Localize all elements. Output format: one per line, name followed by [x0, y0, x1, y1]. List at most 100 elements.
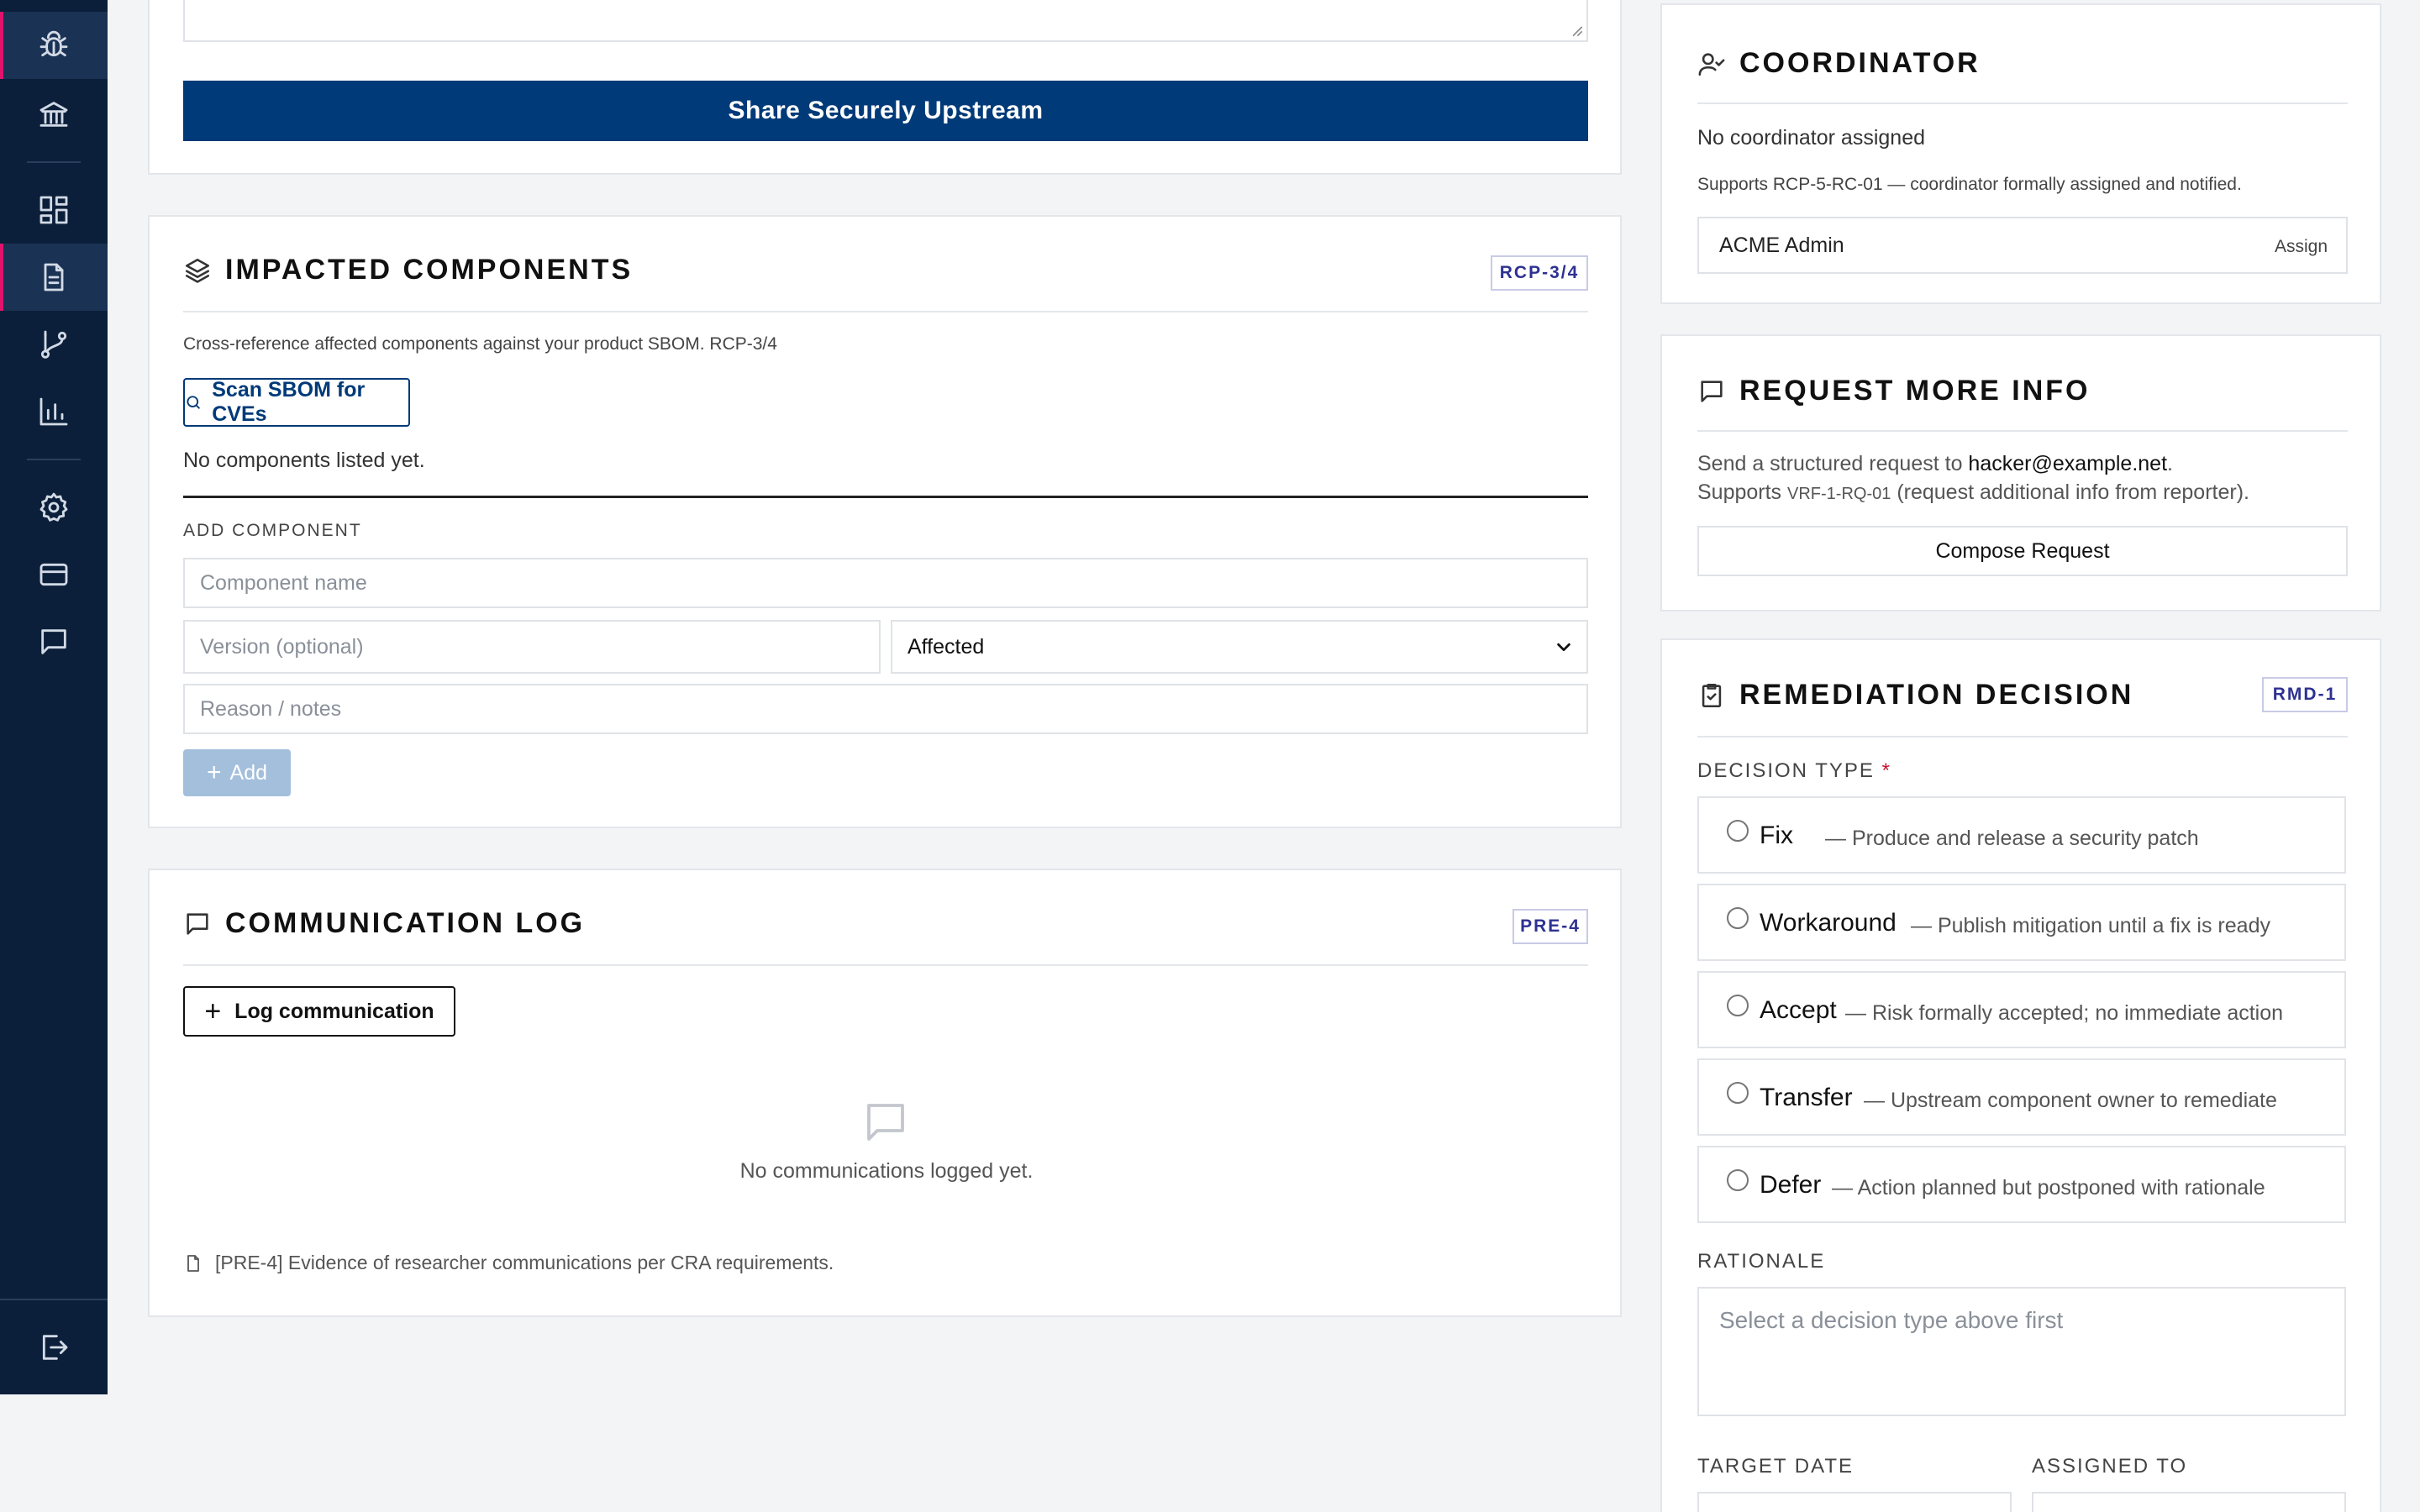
decision-option-workaround[interactable]: Workaround — Publish mitigation until a …: [1697, 884, 2346, 961]
institution-icon: [39, 102, 68, 127]
coordinator-status: No coordinator assigned: [1697, 126, 1925, 150]
reference-tag: RMD-1: [2262, 677, 2348, 712]
option-label: Defer: [1760, 1171, 1822, 1199]
bar-chart-icon: [39, 397, 68, 426]
footnote-text: [PRE-4] Evidence of researcher communica…: [215, 1252, 834, 1273]
sidebar-divider: [27, 161, 81, 163]
target-date-label: TARGET DATE: [1697, 1455, 1854, 1478]
search-icon: [187, 396, 200, 409]
chat-empty-icon: [867, 1104, 904, 1141]
sidebar-item-analytics[interactable]: [0, 378, 108, 445]
decision-option-fix[interactable]: Fix — Produce and release a security pat…: [1697, 796, 2346, 874]
component-name-input[interactable]: Component name: [183, 558, 1588, 608]
share-upstream-card: Share Securely Upstream: [148, 0, 1622, 175]
radio-button[interactable]: [1727, 1082, 1749, 1104]
chat-icon: [187, 912, 208, 935]
status-select[interactable]: Affected: [891, 620, 1588, 674]
divider: [1697, 430, 2348, 432]
sidebar-item-reports[interactable]: [0, 244, 108, 311]
assigned-to-label: ASSIGNED TO: [2032, 1455, 2188, 1478]
divider: [1697, 736, 2348, 738]
card-title: REQUEST MORE INFO: [1739, 375, 2091, 407]
sidebar-item-settings[interactable]: [0, 474, 108, 541]
sidebar-item-messages[interactable]: [0, 608, 108, 675]
credit-card-icon: [39, 563, 68, 586]
request-info-prefix: Send a structured request to: [1697, 452, 1969, 475]
supports-suffix: (request additional info from reporter).: [1891, 480, 2249, 504]
scan-sbom-button[interactable]: Scan SBOM for CVEs: [183, 378, 410, 427]
reason-notes-input[interactable]: Reason / notes: [183, 684, 1588, 734]
sidebar-divider: [27, 459, 81, 460]
radio-button[interactable]: [1727, 1169, 1749, 1191]
decision-option-transfer[interactable]: Transfer — Upstream component owner to r…: [1697, 1058, 2346, 1136]
git-branch-icon: [40, 330, 67, 359]
sidebar-item-dashboard[interactable]: [0, 176, 108, 244]
layers-icon: [185, 258, 210, 283]
sidebar-divider: [0, 1299, 108, 1300]
request-info-line-2: Supports VRF-1-RQ-01 (request additional…: [1697, 480, 2249, 505]
share-securely-upstream-button[interactable]: Share Securely Upstream: [183, 81, 1588, 141]
required-mark: *: [1881, 759, 1891, 782]
radio-button[interactable]: [1727, 907, 1749, 929]
remediation-decision-header: REMEDIATION DECISION: [1697, 679, 2133, 711]
bug-icon: [39, 30, 68, 57]
sidebar-item-billing[interactable]: [0, 541, 108, 608]
communication-log-card: COMMUNICATION LOG PRE-4 + Log communicat…: [148, 869, 1622, 1317]
decision-option-accept[interactable]: Accept — Risk formally accepted; no imme…: [1697, 971, 2346, 1048]
divider: [183, 964, 1588, 966]
version-input[interactable]: Version (optional): [183, 620, 881, 674]
sidebar-item-branches[interactable]: [0, 311, 108, 378]
target-date-input[interactable]: [1697, 1492, 2012, 1512]
dashboard-grid-icon: [39, 196, 68, 224]
file-icon: [187, 1254, 199, 1272]
supports-prefix: Supports: [1697, 480, 1788, 504]
sidebar-item-vulnerabilities[interactable]: [0, 12, 108, 79]
card-title: COORDINATOR: [1739, 47, 1981, 79]
communication-log-header: COMMUNICATION LOG: [183, 907, 585, 940]
message-textarea[interactable]: [183, 0, 1588, 42]
coordinator-card: COORDINATOR No coordinator assigned Supp…: [1660, 3, 2381, 304]
communication-footnote: [PRE-4] Evidence of researcher communica…: [183, 1252, 834, 1274]
option-label: Workaround: [1760, 909, 1897, 937]
option-description: — Produce and release a security patch: [1825, 827, 2199, 850]
log-communication-button[interactable]: + Log communication: [183, 986, 455, 1037]
resize-handle-icon: [1572, 26, 1583, 37]
reference-tag: PRE-4: [1512, 909, 1588, 944]
reporter-email: hacker@example.net: [1968, 452, 2168, 475]
divider: [1697, 102, 2348, 104]
sidebar-item-logout[interactable]: [0, 1314, 108, 1381]
request-info-suffix: .: [2167, 452, 2173, 475]
requirement-code: VRF-1-RQ-01: [1787, 485, 1891, 503]
rationale-textarea[interactable]: Select a decision type above first: [1697, 1287, 2346, 1416]
add-button-label: Add: [229, 760, 267, 785]
assign-button[interactable]: Assign: [2275, 237, 2328, 257]
compose-request-button[interactable]: Compose Request: [1697, 526, 2348, 576]
sidebar-item-organization[interactable]: [0, 81, 108, 148]
option-label: Fix: [1760, 822, 1793, 849]
option-description: — Publish mitigation until a fix is read…: [1911, 914, 2270, 937]
request-more-info-header: REQUEST MORE INFO: [1697, 375, 2090, 407]
section-divider: [183, 496, 1588, 498]
chevron-down-icon: [1557, 643, 1570, 652]
divider: [183, 311, 1588, 312]
add-component-heading: ADD COMPONENT: [183, 521, 362, 540]
plus-icon: +: [206, 759, 222, 786]
chat-icon: [41, 629, 66, 654]
add-component-button[interactable]: + Add: [183, 749, 291, 796]
assigned-to-select[interactable]: [2032, 1492, 2346, 1512]
impacted-description: Cross-reference affected components agai…: [183, 334, 777, 354]
impacted-components-header: IMPACTED COMPONENTS: [183, 254, 633, 286]
coordinator-select[interactable]: ACME Admin Assign: [1697, 217, 2348, 274]
user-check-icon: [1698, 52, 1725, 76]
logout-icon: [42, 1335, 68, 1360]
reference-tag: RCP-3/4: [1491, 255, 1588, 291]
radio-button[interactable]: [1727, 820, 1749, 842]
sidebar: [0, 0, 108, 1394]
scan-sbom-label: Scan SBOM for CVEs: [212, 378, 366, 426]
decision-option-defer[interactable]: Defer — Action planned but postponed wit…: [1697, 1146, 2346, 1223]
empty-components-text: No components listed yet.: [183, 449, 425, 472]
card-title: REMEDIATION DECISION: [1739, 679, 2134, 711]
radio-button[interactable]: [1727, 995, 1749, 1016]
chat-icon: [1701, 380, 1723, 402]
gear-icon: [39, 492, 68, 522]
